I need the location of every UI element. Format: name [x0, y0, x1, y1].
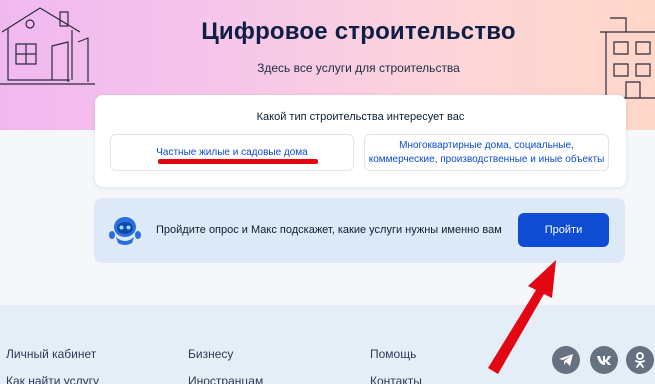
option-apartment-buildings[interactable]: Многоквартирные дома, социальные, коммер…	[364, 134, 609, 171]
survey-text: Пройдите опрос и Макс подскажет, какие у…	[156, 224, 502, 236]
footer-link-how-to-find-service[interactable]: Как найти услугу	[6, 374, 99, 384]
telegram-icon[interactable]	[552, 346, 580, 374]
footer-link-contacts[interactable]: Контакты	[370, 374, 422, 384]
footer-link-personal-account[interactable]: Личный кабинет	[6, 347, 96, 361]
option-label: Многоквартирные дома, социальные, коммер…	[368, 139, 605, 165]
option-private-houses[interactable]: Частные жилые и садовые дома	[110, 134, 354, 171]
page-title: Цифровое строительство	[201, 18, 516, 45]
construction-type-card: Какой тип строительства интересует вас Ч…	[95, 95, 626, 187]
max-robot-mascot-icon	[109, 217, 141, 245]
vk-icon[interactable]	[590, 346, 618, 374]
annotation-underline	[158, 159, 318, 164]
footer-link-foreigners[interactable]: Иностранцам	[188, 374, 263, 384]
odnoklassniki-icon[interactable]	[626, 346, 654, 374]
option-label: Частные жилые и садовые дома	[156, 146, 308, 158]
footer-link-business[interactable]: Бизнесу	[188, 347, 233, 361]
house-illustration-icon	[0, 7, 95, 85]
card-title: Какой тип строительства интересует вас	[256, 111, 465, 123]
take-survey-button[interactable]: Пройти	[518, 213, 609, 247]
page-subtitle: Здесь все услуги для строительства	[257, 61, 460, 75]
footer-link-help[interactable]: Помощь	[370, 347, 416, 361]
